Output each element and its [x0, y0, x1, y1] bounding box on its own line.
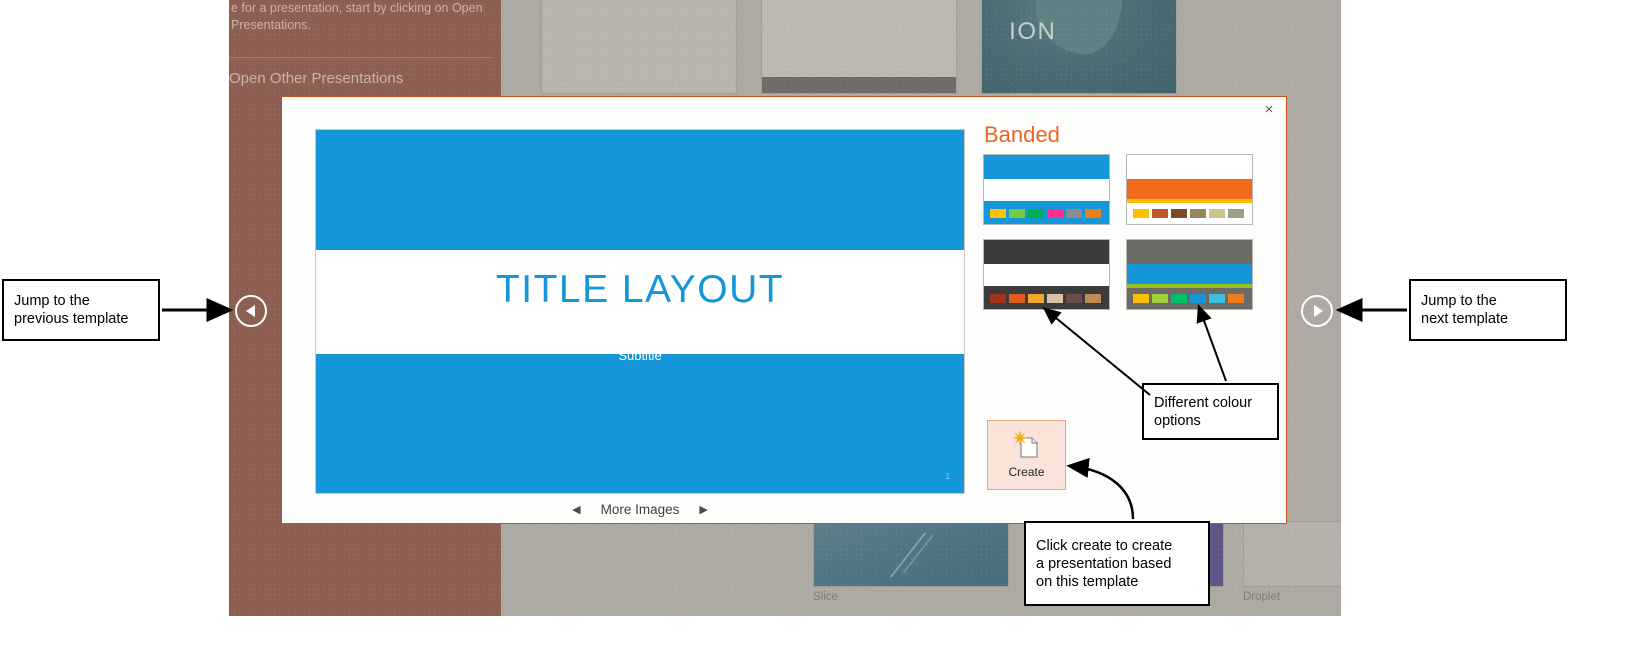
divider	[229, 57, 493, 58]
start-screen-intro-text: e for a presentation, start by clicking …	[231, 1, 483, 32]
colour-chip	[1171, 294, 1187, 303]
previous-image-icon[interactable]: ◀	[572, 503, 580, 516]
colour-chip	[990, 294, 1006, 303]
colour-options-callout-text: Different colour options	[1154, 394, 1253, 429]
variant-colour-chips	[1133, 209, 1244, 218]
preview-title: TITLE LAYOUT	[495, 268, 785, 311]
thumbnail-title: ION	[1009, 17, 1057, 45]
variant-top-band	[984, 240, 1109, 264]
colour-chip	[990, 209, 1006, 218]
screenshot-root: e for a presentation, start by clicking …	[0, 0, 1642, 652]
colour-chip	[1209, 209, 1225, 218]
template-label-slice: Slice	[813, 591, 838, 603]
variant-top-band	[984, 155, 1109, 179]
colour-chip	[1171, 209, 1187, 218]
variant-accent-line	[1127, 199, 1252, 203]
triangle-right-icon	[1313, 305, 1323, 317]
prev-template-callout: Jump to the previous template	[2, 279, 160, 341]
colour-chip	[1009, 294, 1025, 303]
new-document-icon	[1011, 430, 1042, 461]
next-template-callout-text: Jump to the next template	[1421, 293, 1509, 327]
close-icon[interactable]: ×	[1258, 99, 1280, 121]
create-button[interactable]: Create	[987, 420, 1066, 490]
preview-subtitle: Subtitle	[618, 348, 662, 363]
previous-template-button[interactable]	[235, 295, 267, 327]
colour-variant-banded-dark[interactable]	[983, 239, 1110, 310]
preview-top-band	[316, 130, 964, 250]
variant-top-band	[1127, 240, 1252, 264]
colour-chip	[1152, 294, 1168, 303]
create-callout: Click create to create a presentation ba…	[1024, 521, 1210, 606]
variant-colour-chips	[1133, 294, 1244, 303]
thumbnail-footer-band	[762, 77, 956, 93]
create-button-label: Create	[1008, 465, 1045, 479]
template-thumbnail-blank[interactable]	[541, 0, 737, 94]
colour-chip	[1209, 294, 1225, 303]
preview-bottom-band	[316, 354, 964, 493]
template-preview-slide: TITLE LAYOUT Subtitle 1	[315, 129, 965, 494]
template-thumbnail-title-with-picture[interactable]: TITLE WITH PICTURE LAYOUT Subtitle	[761, 0, 957, 94]
colour-chip	[1190, 209, 1206, 218]
next-template-callout: Jump to the next template	[1409, 279, 1567, 341]
prev-template-callout-text: Jump to the previous template	[14, 293, 129, 327]
colour-chip	[1152, 209, 1168, 218]
colour-chip	[1133, 294, 1149, 303]
variant-middle-band	[1127, 179, 1252, 199]
variant-top-band	[1127, 155, 1252, 179]
colour-variant-banded-orange[interactable]	[1126, 154, 1253, 225]
open-other-presentations-heading: Open Other Presentations	[229, 70, 404, 87]
template-name: Banded	[984, 122, 1060, 147]
colour-chip	[1085, 209, 1101, 218]
template-thumbnail-slice[interactable]	[813, 521, 1009, 587]
variant-middle-band	[984, 179, 1109, 201]
template-preview-dialog: × TITLE LAYOUT Subtitle 1 ◀ More Images …	[281, 96, 1287, 524]
variant-middle-band	[1127, 264, 1252, 284]
variant-colour-chips	[990, 209, 1101, 218]
colour-chip	[1085, 294, 1101, 303]
colour-chip	[1028, 294, 1044, 303]
colour-chip	[1009, 209, 1025, 218]
colour-chip	[1190, 294, 1206, 303]
variant-accent-line	[1127, 284, 1252, 288]
colour-chip	[1047, 209, 1063, 218]
colour-options-callout: Different colour options	[1142, 383, 1279, 440]
more-images-pager: ◀ More Images ▶	[315, 497, 965, 521]
template-thumbnail-ion[interactable]: ION	[981, 0, 1177, 94]
colour-variant-banded-grey-blue[interactable]	[1126, 239, 1253, 310]
template-label-droplet: Droplet	[1243, 591, 1281, 603]
variant-middle-band	[984, 264, 1109, 286]
colour-chip	[1228, 294, 1244, 303]
variant-colour-chips	[990, 294, 1101, 303]
template-thumbnail-droplet[interactable]	[1243, 521, 1341, 587]
colour-chip	[1133, 209, 1149, 218]
colour-variants-grid	[983, 154, 1253, 310]
create-callout-text: Click create to create a presentation ba…	[1036, 537, 1173, 590]
streak-shape	[890, 532, 927, 578]
next-image-icon[interactable]: ▶	[699, 503, 707, 516]
colour-chip	[1228, 209, 1244, 218]
triangle-left-icon	[245, 305, 255, 317]
more-images-label: More Images	[600, 501, 680, 517]
colour-variant-banded-blue[interactable]	[983, 154, 1110, 225]
colour-chip	[1066, 294, 1082, 303]
colour-chip	[1047, 294, 1063, 303]
colour-chip	[1028, 209, 1044, 218]
next-template-button[interactable]	[1301, 295, 1333, 327]
colour-chip	[1066, 209, 1082, 218]
preview-slide-number: 1	[945, 472, 950, 481]
